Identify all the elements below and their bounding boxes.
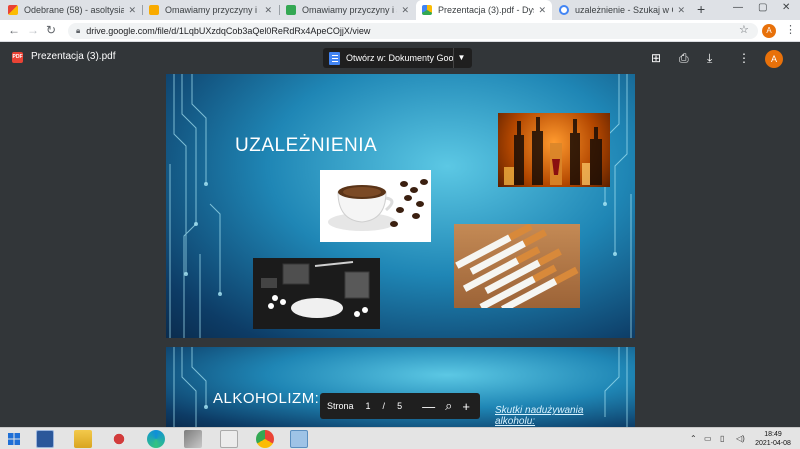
tab-google-drive[interactable]: Prezentacja (3).pdf - Dysk Goog ✕ — [416, 0, 552, 20]
tab-google-search[interactable]: uzależnienie - Szukaj w Google ✕ — [553, 0, 691, 20]
tab-title: Prezentacja (3).pdf - Dysk Goog — [438, 5, 534, 15]
open-with-dropdown-icon[interactable]: ▼ — [453, 48, 469, 68]
system-clock[interactable]: 18:49 2021-04-08 — [752, 430, 794, 448]
close-tab-icon[interactable]: ✕ — [538, 5, 546, 16]
circuit-decoration-left — [169, 74, 222, 338]
current-page[interactable]: 1 — [366, 401, 371, 411]
paint-app-icon[interactable] — [184, 430, 202, 448]
tab-title: uzależnienie - Szukaj w Google — [575, 5, 673, 15]
more-actions-icon[interactable]: ⋮ — [738, 51, 750, 65]
display-icon[interactable]: ▯ — [720, 434, 724, 443]
cigarettes-image — [454, 224, 580, 308]
browser-toolbar: ← → ↻ 🔒︎ drive.google.com/file/d/1LqbUXz… — [0, 20, 800, 42]
tab-title: Omawiamy przyczyny i skutki o — [302, 5, 397, 15]
alcohol-bottles-image — [498, 113, 610, 187]
zoom-magnifier-icon[interactable]: ⌕ — [445, 398, 452, 414]
zoom-out-button[interactable]: — — [422, 399, 435, 414]
close-tab-icon[interactable]: ✕ — [128, 5, 136, 16]
slide-1-title: UZALEŻNIENIA — [235, 135, 378, 156]
zoom-in-button[interactable]: + — [462, 399, 470, 414]
close-tab-icon[interactable]: ✕ — [264, 5, 272, 16]
tab-classroom-1[interactable]: Omawiamy przyczyny i skutki o ✕ — [143, 0, 278, 20]
word-app-icon[interactable] — [36, 430, 54, 448]
edge-browser-icon[interactable] — [147, 430, 165, 448]
slide-2-link[interactable]: Skutki nadużywania alkoholu: — [495, 405, 595, 427]
profile-avatar[interactable]: A — [762, 24, 776, 38]
add-comment-icon[interactable]: ⊞ — [651, 51, 661, 65]
tab-classroom-2[interactable]: Omawiamy przyczyny i skutki o ✕ — [280, 0, 415, 20]
back-arrow-icon[interactable]: ← — [8, 23, 20, 37]
open-with-label: Otwórz w: Dokumenty Google — [346, 53, 466, 63]
forward-arrow-icon[interactable]: → — [27, 23, 39, 37]
page-separator: / — [382, 401, 386, 411]
network-icon[interactable]: ▭ — [704, 434, 712, 443]
page-label: Strona — [327, 401, 354, 411]
lock-icon: 🔒︎ — [76, 26, 81, 35]
drugs-image — [253, 258, 380, 329]
pdf-file-icon: PDF — [12, 52, 23, 63]
circuit-decoration-left — [173, 347, 208, 427]
google-docs-icon — [329, 51, 340, 65]
volume-icon[interactable]: ◁) — [736, 434, 745, 443]
new-tab-button[interactable]: + — [697, 1, 705, 17]
close-tab-icon[interactable]: ✕ — [401, 5, 409, 16]
total-pages: 5 — [397, 401, 403, 411]
open-with-button[interactable]: Otwórz w: Dokumenty Google — [323, 48, 472, 68]
clock-time: 18:49 — [764, 431, 782, 438]
tab-gmail[interactable]: Odebrane (58) - asoltysiak@spg ✕ — [2, 0, 142, 20]
tab-title: Odebrane (58) - asoltysiak@spg — [24, 5, 125, 15]
bookmark-star-icon[interactable]: ☆ — [739, 23, 749, 36]
download-icon[interactable]: ⤓ — [707, 51, 712, 66]
file-explorer-icon[interactable] — [74, 430, 92, 448]
drive-viewer-header: PDF Prezentacja (3).pdf Otwórz w: Dokume… — [0, 43, 800, 73]
maximize-icon[interactable]: ▢ — [758, 2, 767, 13]
browser-tab-strip: Odebrane (58) - asoltysiak@spg ✕ Omawiam… — [0, 0, 800, 20]
classroom-icon — [149, 5, 159, 15]
clock-date: 2021-04-08 — [755, 440, 791, 447]
close-window-icon[interactable]: ✕ — [782, 2, 790, 13]
minimize-icon[interactable]: — — [733, 2, 743, 13]
url-text: drive.google.com/file/d/1LqbUXzdqCob3aQe… — [86, 26, 371, 36]
pdf-page-1: UZALEŻNIENIA — [166, 74, 635, 338]
google-search-icon — [559, 5, 569, 15]
slide-2-title: ALKOHOLIZM: — [213, 390, 320, 407]
classroom-assignment-icon — [286, 5, 296, 15]
gmail-icon — [8, 5, 18, 15]
print-icon[interactable]: ⎙ — [679, 51, 689, 66]
drive-account-avatar[interactable]: A — [765, 50, 783, 68]
tray-overflow-icon[interactable]: ⌃ — [690, 434, 697, 443]
coffee-cup-image — [320, 170, 431, 242]
browser-menu-icon[interactable]: ⋮ — [785, 23, 796, 36]
address-bar[interactable]: 🔒︎ drive.google.com/file/d/1LqbUXzdqCob3… — [68, 23, 758, 39]
presentation-app-icon[interactable] — [220, 430, 238, 448]
chrome-browser-icon[interactable] — [256, 430, 274, 448]
app-red-icon[interactable] — [110, 430, 128, 448]
google-drive-icon — [422, 5, 432, 15]
page-indicator: Strona 1 / 5 — ⌕ + — [320, 393, 480, 419]
file-name: Prezentacja (3).pdf — [31, 51, 116, 62]
windows-start-icon[interactable] — [8, 433, 20, 445]
reload-icon[interactable]: ↻ — [46, 23, 56, 37]
image-viewer-icon[interactable] — [290, 430, 308, 448]
close-tab-icon[interactable]: ✕ — [677, 5, 685, 16]
windows-taskbar: ⌃ ▭ ▯ ◁) 18:49 2021-04-08 — [0, 427, 800, 449]
tab-title: Omawiamy przyczyny i skutki o — [165, 5, 260, 15]
